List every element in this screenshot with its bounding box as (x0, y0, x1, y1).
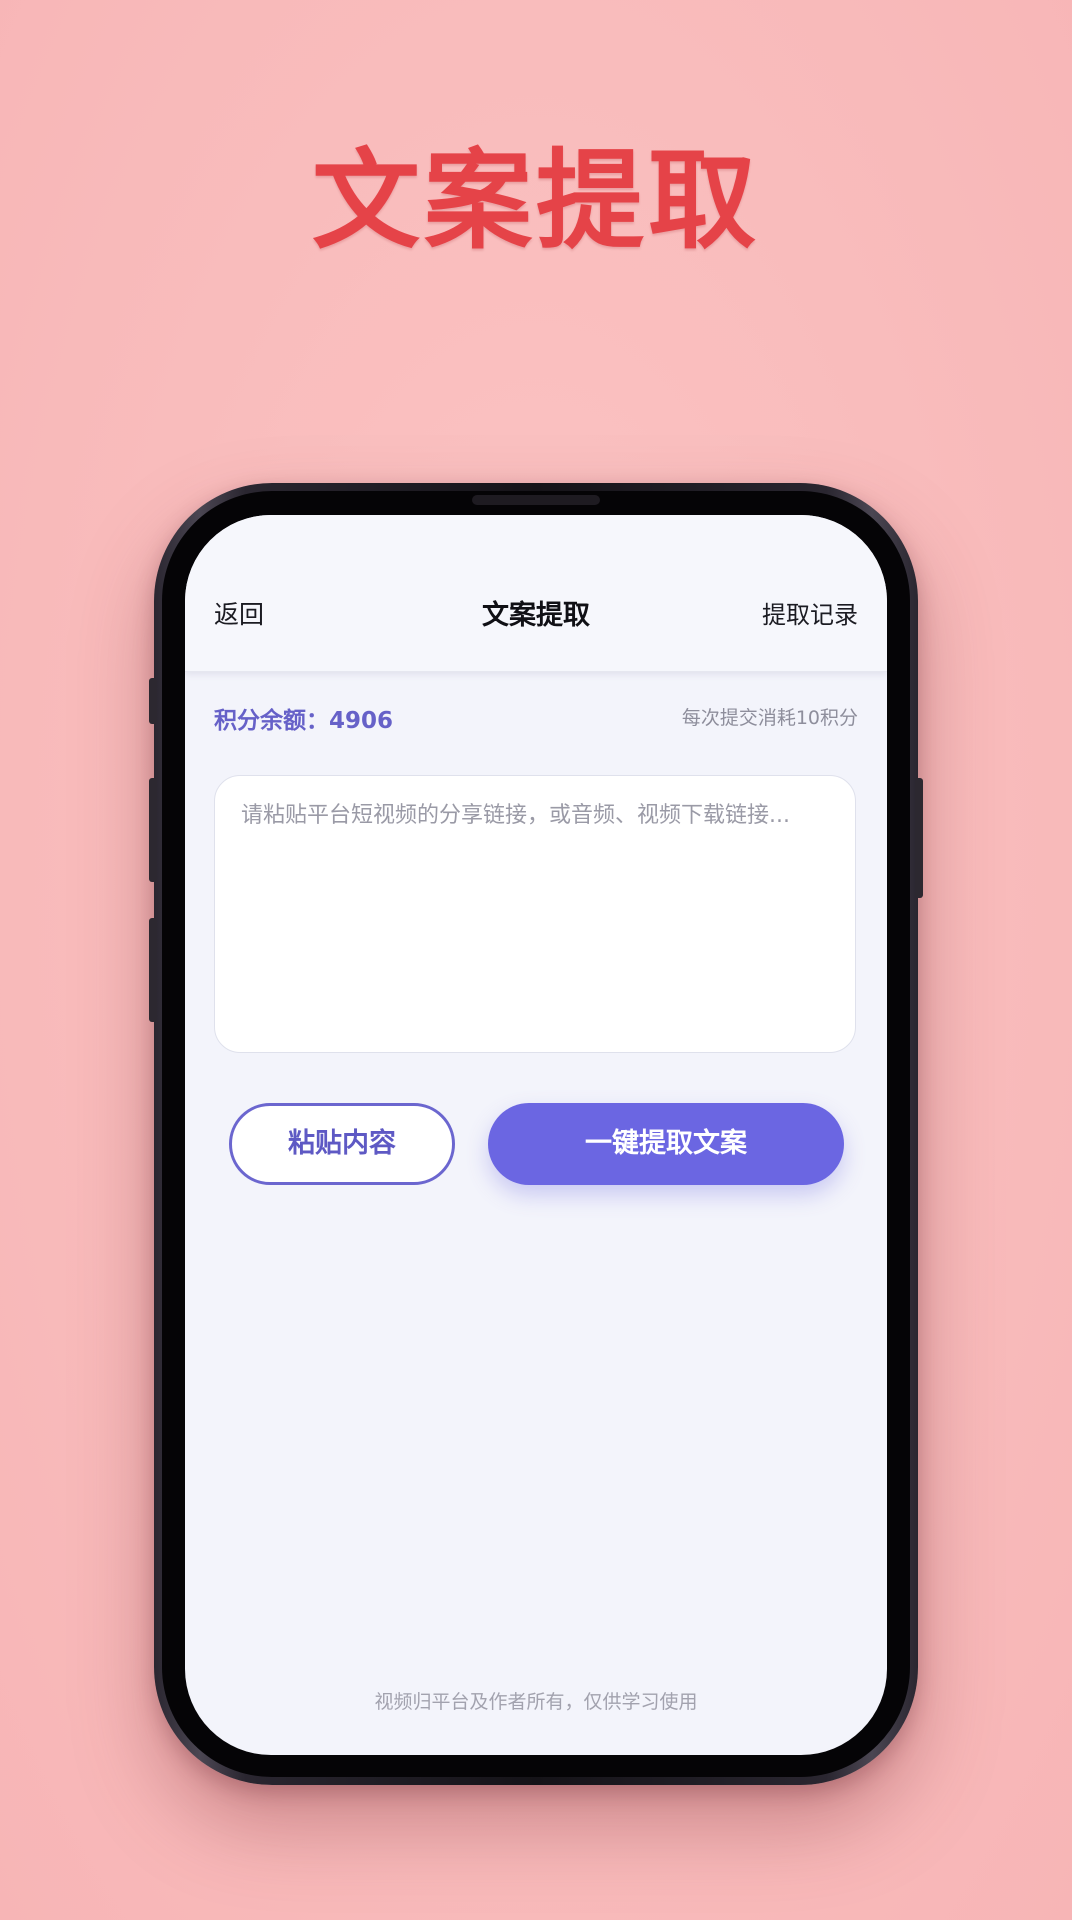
phone-side-button (149, 778, 157, 882)
extract-button[interactable]: 一键提取文案 (488, 1103, 844, 1185)
link-input[interactable] (241, 798, 829, 1030)
cost-note: 每次提交消耗10积分 (681, 707, 858, 729)
app-screen: 返回 文案提取 提取记录 积分余额：4906 每次提交消耗10积分 粘贴内容 一… (185, 515, 887, 1755)
history-button[interactable]: 提取记录 (762, 595, 858, 630)
points-row: 积分余额：4906 每次提交消耗10积分 (214, 701, 858, 737)
nav-bar: 返回 文案提取 提取记录 (185, 515, 887, 672)
footer-note: 视频归平台及作者所有，仅供学习使用 (374, 1691, 698, 1713)
link-input-box (214, 775, 856, 1053)
points-balance: 积分余额：4906 (214, 708, 394, 734)
paste-button[interactable]: 粘贴内容 (229, 1103, 455, 1185)
phone-side-button (149, 678, 157, 724)
phone-side-button (915, 778, 923, 898)
phone-side-button (149, 918, 157, 1022)
hero-title: 文案提取 (311, 139, 760, 264)
phone-speaker (472, 495, 600, 505)
